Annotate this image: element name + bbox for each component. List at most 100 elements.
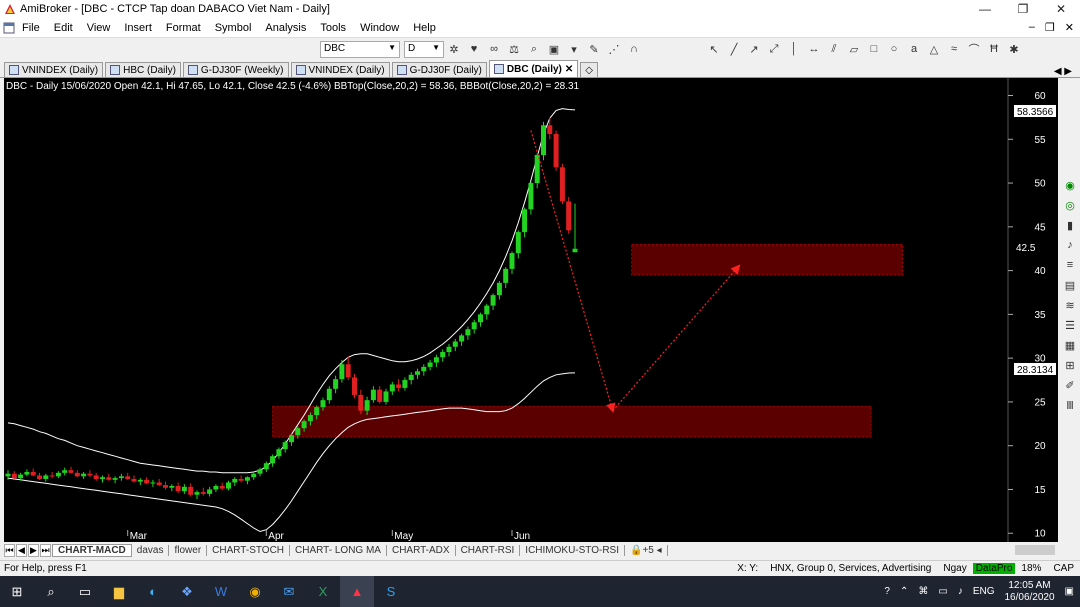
sync-icon[interactable]: ◎ [1063,198,1077,212]
sheet-tab-chart-long-ma[interactable]: CHART- LONG MA [290,544,387,556]
settings-icon[interactable]: ✲ [447,42,461,56]
skype-icon[interactable]: S [374,576,408,607]
candle-icon[interactable]: ♪ [1063,238,1077,252]
file-explorer-icon[interactable]: ▆ [102,576,136,607]
help-icon[interactable]: ? [884,586,890,597]
chart-icon[interactable]: ▣ [547,42,561,56]
chart-canvas[interactable]: 1015202530354045505560 Mar Apr May Jun DBC … [4,78,1058,542]
prev-sheet-button[interactable]: ◀ [16,543,27,557]
horizontal-line-icon[interactable]: ↔ [807,42,821,56]
tab-scroll-arrows[interactable]: ◀ ▶ [1054,66,1080,77]
fibonacci-icon[interactable]: Ħ [987,42,1001,56]
close-button[interactable]: ✕ [1042,2,1080,16]
first-sheet-button[interactable]: ⏮ [4,543,15,557]
horizontal-scrollbar[interactable] [1015,545,1055,555]
interval-select[interactable]: D ▼ [404,40,444,58]
mail-icon[interactable]: ✉ [272,576,306,607]
sheet-tab-ichimoku-sto-rsi[interactable]: ICHIMOKU-STO-RSI [520,544,626,556]
sheet-tab-chart-macd[interactable]: CHART-MACD [52,543,132,557]
extended-line-icon[interactable]: ⤢ [767,42,781,56]
channel-icon[interactable]: ▱ [847,42,861,56]
menu-insert[interactable]: Insert [117,22,159,34]
tab-gdj30f-weekly[interactable]: G-DJ30F (Weekly) [182,62,289,77]
excel-icon[interactable]: X [306,576,340,607]
parallel-lines-icon[interactable]: ⫽ [827,42,841,56]
dotted-line-icon[interactable]: ⋰ [607,42,621,56]
task-view-icon[interactable]: ▭ [68,576,102,607]
rectangle-icon[interactable]: □ [867,42,881,56]
notifications-icon[interactable]: ▣ [1065,586,1074,597]
vertical-line-icon[interactable]: │ [787,42,801,56]
child-minimize-button[interactable]: – [1029,21,1035,34]
child-restore-button[interactable]: ❐ [1045,21,1055,34]
bar-chart-icon[interactable]: ▮ [1063,218,1077,232]
sheet-tab-davas[interactable]: davas [132,544,170,556]
pattern-icon[interactable]: ⊞ [1063,358,1077,372]
minimize-button[interactable]: — [966,2,1004,16]
text-icon[interactable]: a [907,42,921,56]
chrome-icon[interactable]: ◉ [238,576,272,607]
close-tab-icon[interactable]: ✕ [565,64,573,75]
zoom-icon[interactable]: ⌕ [527,42,541,56]
tab-vnindex-daily[interactable]: VNINDEX (Daily) [4,62,104,77]
tab-hbc-daily[interactable]: HBC (Daily) [105,62,181,77]
list-icon[interactable]: ☰ [1063,318,1077,332]
search-icon[interactable]: ⌕ [34,576,68,607]
child-close-button[interactable]: ✕ [1065,21,1074,34]
sheet-tab-chart-stoch[interactable]: CHART-STOCH [207,544,291,556]
select-cursor-icon[interactable]: ↖ [707,42,721,56]
gann-icon[interactable]: ✱ [1007,42,1021,56]
new-tab-button[interactable]: ◇ [580,62,598,77]
menu-view[interactable]: View [80,22,118,34]
refresh-icon[interactable]: ◉ [1063,178,1077,192]
line-chart-icon[interactable]: ≡ [1063,258,1077,272]
clock[interactable]: 12:05 AM 16/06/2020 [1004,580,1054,604]
menu-edit[interactable]: Edit [47,22,80,34]
triangle-icon[interactable]: △ [927,42,941,56]
tab-vnindex-daily-2[interactable]: VNINDEX (Daily) [290,62,390,77]
chain-icon[interactable]: ∞ [487,42,501,56]
battery-icon[interactable]: ▭ [938,586,947,597]
grid-icon[interactable]: ▦ [1063,338,1077,352]
tab-dbc-daily[interactable]: DBC (Daily) ✕ [488,60,579,77]
document-icon[interactable] [3,22,15,34]
menu-analysis[interactable]: Analysis [258,22,313,34]
menu-tools[interactable]: Tools [313,22,353,34]
menu-file[interactable]: File [15,22,47,34]
wave-icon[interactable]: ≈ [947,42,961,56]
sheet-tab-chart-rsi[interactable]: CHART-RSI [456,544,521,556]
volume-icon[interactable]: ♪ [958,586,963,597]
edge-icon[interactable]: ◐ [136,576,170,607]
amibroker-taskbar-icon[interactable]: ▲ [340,576,374,607]
next-sheet-button[interactable]: ▶ [28,543,39,557]
edit-icon[interactable]: ✐ [1063,378,1077,392]
tab-gdj30f-daily[interactable]: G-DJ30F (Daily) [391,62,487,77]
word-icon[interactable]: W [204,576,238,607]
table-icon[interactable]: ▤ [1063,278,1077,292]
last-sheet-button[interactable]: ⏭ [40,543,51,557]
arc-icon[interactable]: ⌒ [967,42,981,56]
sheet-lock-icon[interactable]: 🔒+5 ◂ [625,544,668,556]
symbol-select[interactable]: DBC ▼ [320,40,400,58]
column-icon[interactable]: Ⅲ [1063,398,1077,412]
menu-help[interactable]: Help [406,22,443,34]
scale-icon[interactable]: ⚖ [507,42,521,56]
trend-line-icon[interactable]: ╱ [727,42,741,56]
menu-symbol[interactable]: Symbol [208,22,259,34]
wave-icon[interactable]: ≋ [1063,298,1077,312]
sheet-tab-flower[interactable]: flower [169,544,208,556]
magnet-icon[interactable]: ∩ [627,42,641,56]
sheet-tab-chart-adx[interactable]: CHART-ADX [387,544,456,556]
menu-window[interactable]: Window [353,22,406,34]
dropbox-icon[interactable]: ❖ [170,576,204,607]
network-icon[interactable]: ⌘ [918,586,928,597]
ray-icon[interactable]: ↗ [747,42,761,56]
ellipse-icon[interactable]: ○ [887,42,901,56]
show-hidden-icon[interactable]: ⌃ [900,586,908,597]
menu-format[interactable]: Format [159,22,208,34]
windows-start-icon[interactable]: ⊞ [0,576,34,607]
heart-icon[interactable]: ♥ [467,42,481,56]
restore-button[interactable]: ❐ [1004,2,1042,16]
color-picker-icon[interactable]: ▾ [567,42,581,56]
price-chart[interactable]: 10 15 20 25 30 35 40 45 50 55 60 Mar Apr May Jun DBC … [4,78,1058,542]
